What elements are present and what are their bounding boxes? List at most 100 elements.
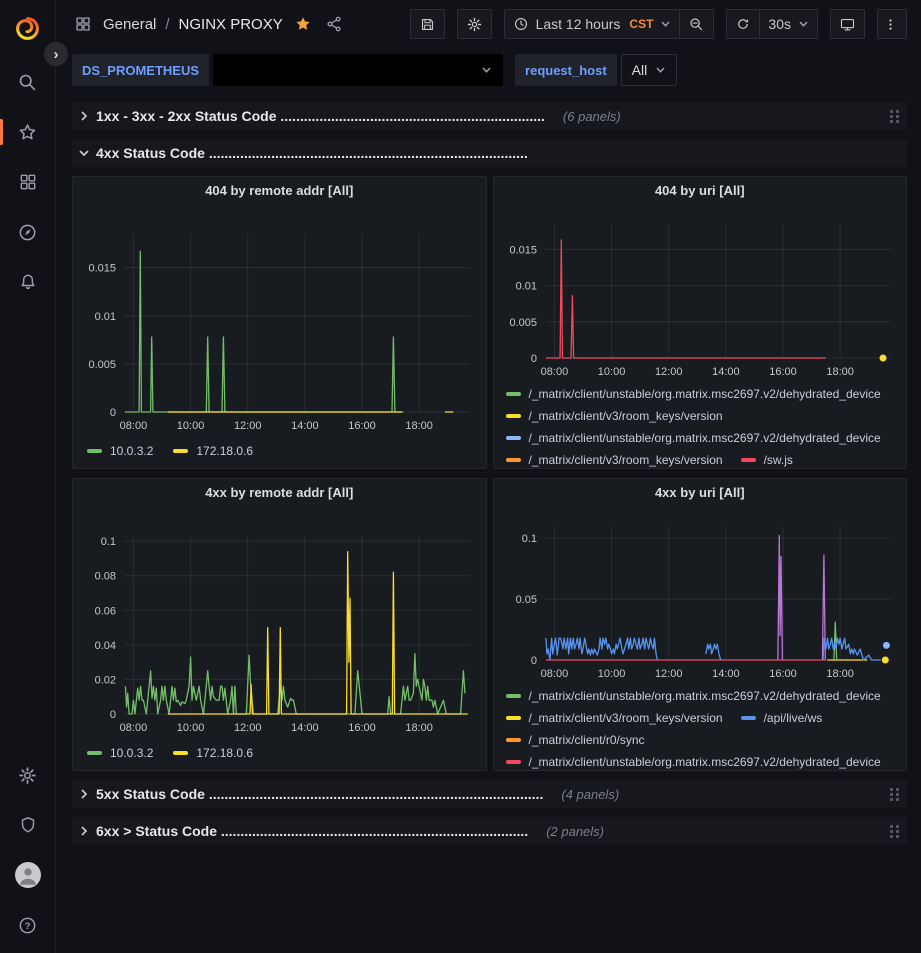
request-host-variable-value[interactable]: All [621, 54, 678, 86]
legend-label: 10.0.3.2 [110, 440, 153, 462]
svg-text:10:00: 10:00 [177, 722, 205, 734]
gear-icon [466, 16, 483, 33]
panel-legend: /_matrix/client/unstable/org.matrix.msc2… [494, 382, 907, 468]
zoom-out-icon [688, 16, 705, 33]
svg-text:14:00: 14:00 [712, 366, 740, 378]
legend-item[interactable]: 10.0.3.2 [87, 742, 153, 764]
chevron-down-icon [655, 66, 666, 74]
svg-text:08:00: 08:00 [120, 420, 148, 432]
sidebar: › ? [0, 0, 56, 953]
favorite-star-button[interactable] [292, 15, 314, 33]
legend-item[interactable]: /_matrix/client/unstable/org.matrix.msc2… [506, 685, 881, 707]
share-button[interactable] [323, 15, 345, 33]
panel-title[interactable]: 4xx by remote addr [All] [73, 479, 486, 506]
legend-item[interactable]: /api/live/ws [741, 707, 823, 729]
sidebar-item-alerting[interactable] [0, 260, 56, 304]
more-options-button[interactable] [877, 9, 907, 39]
user-avatar [15, 862, 41, 888]
shield-icon [18, 815, 38, 835]
panel-title[interactable]: 4xx by uri [All] [494, 479, 907, 506]
tv-mode-button[interactable] [830, 9, 865, 39]
svg-text:12:00: 12:00 [654, 366, 682, 378]
svg-text:0.06: 0.06 [95, 605, 116, 617]
svg-text:10:00: 10:00 [597, 366, 625, 378]
sidebar-item-explore[interactable] [0, 210, 56, 254]
row-header-4xx[interactable]: 4xx Status Code ........................… [72, 139, 907, 167]
svg-text:14:00: 14:00 [291, 420, 319, 432]
svg-text:0.015: 0.015 [88, 263, 116, 275]
dashboard-settings-button[interactable] [457, 9, 492, 39]
save-dashboard-button[interactable] [410, 9, 445, 39]
legend-item[interactable]: /_matrix/client/unstable/org.matrix.msc2… [506, 751, 881, 770]
zoom-out-time-button[interactable] [680, 9, 714, 39]
svg-text:0.005: 0.005 [509, 317, 537, 329]
legend-swatch [506, 414, 521, 418]
sidebar-item-help[interactable]: ? [0, 903, 56, 947]
panel-4xx-by-remote-addr: 4xx by remote addr [All] 08:0010:0012:00… [72, 478, 487, 771]
sidebar-item-configuration[interactable] [0, 753, 56, 797]
svg-text:0: 0 [110, 407, 116, 419]
legend-item[interactable]: 172.18.0.6 [173, 440, 253, 462]
svg-text:0: 0 [530, 655, 536, 667]
svg-text:0.01: 0.01 [515, 281, 536, 293]
legend-item[interactable]: /_matrix/client/v3/room_keys/version [506, 707, 723, 729]
svg-text:16:00: 16:00 [348, 420, 376, 432]
sidebar-item-search[interactable] [0, 60, 56, 104]
row-header-5xx[interactable]: 5xx Status Code ........................… [72, 780, 907, 808]
star-filled-icon [294, 15, 312, 33]
panel-legend: 10.0.3.2 172.18.0.6 [73, 438, 486, 468]
svg-text:08:00: 08:00 [540, 366, 568, 378]
legend-item[interactable]: /_matrix/client/unstable/org.matrix.msc2… [506, 383, 881, 405]
refresh-button[interactable] [726, 9, 760, 39]
legend-swatch [173, 751, 188, 755]
timeseries-chart[interactable]: 08:0010:0012:0014:0016:0018:0000.020.040… [73, 506, 486, 738]
legend-item[interactable]: /sw.js [741, 449, 793, 468]
refresh-interval-picker[interactable]: 30s [760, 9, 818, 39]
time-range-picker[interactable]: Last 12 hours CST [504, 9, 681, 39]
svg-text:0.02: 0.02 [95, 674, 116, 686]
variables-row: DS_PROMETHEUS request_host All [56, 48, 921, 94]
legend-label: /_matrix/client/unstable/org.matrix.msc2… [529, 751, 881, 770]
sidebar-expand-button[interactable]: › [44, 42, 68, 66]
legend-swatch [506, 738, 521, 742]
svg-text:10:00: 10:00 [597, 668, 625, 680]
timeseries-chart[interactable]: 08:0010:0012:0014:0016:0018:0000.0050.01… [73, 204, 486, 436]
row-header-6xx[interactable]: 6xx > Status Code ......................… [72, 817, 907, 845]
apps-grid-icon[interactable] [72, 15, 94, 33]
svg-text:18:00: 18:00 [405, 722, 433, 734]
svg-text:12:00: 12:00 [654, 668, 682, 680]
legend-swatch [506, 716, 521, 720]
datasource-variable-value[interactable] [213, 54, 503, 86]
sidebar-item-server-admin[interactable] [0, 803, 56, 847]
row-panel-count: (6 panels) [563, 109, 621, 124]
save-icon [419, 16, 436, 33]
breadcrumb: General / NGINX PROXY [72, 15, 345, 33]
clock-icon [513, 16, 529, 32]
timeseries-chart[interactable]: 08:0010:0012:0014:0016:0018:0000.050.1 [494, 506, 907, 684]
search-icon [17, 72, 38, 93]
svg-text:16:00: 16:00 [769, 668, 797, 680]
breadcrumb-folder[interactable]: General [103, 16, 156, 33]
dashboard-title[interactable]: NGINX PROXY [179, 16, 283, 33]
row-title: 1xx - 3xx - 2xx Status Code [96, 108, 277, 124]
panel-4xx-by-uri: 4xx by uri [All] 08:0010:0012:0014:0016:… [493, 478, 908, 771]
legend-swatch [87, 449, 102, 453]
legend-item[interactable]: /_matrix/client/v3/room_keys/version [506, 449, 723, 468]
sidebar-item-dashboards[interactable] [0, 160, 56, 204]
sidebar-item-profile[interactable] [0, 853, 56, 897]
drag-handle-icon[interactable] [890, 788, 899, 801]
sidebar-item-starred[interactable] [0, 110, 56, 154]
panel-title[interactable]: 404 by uri [All] [494, 177, 907, 204]
legend-item[interactable]: /_matrix/client/r0/sync [506, 729, 645, 751]
row-header-1xx-3xx-2xx[interactable]: 1xx - 3xx - 2xx Status Code ............… [72, 102, 907, 130]
legend-item[interactable]: /_matrix/client/v3/room_keys/version [506, 405, 723, 427]
legend-item[interactable]: /_matrix/client/unstable/org.matrix.msc2… [506, 427, 881, 449]
panel-title[interactable]: 404 by remote addr [All] [73, 177, 486, 204]
drag-handle-icon[interactable] [890, 825, 899, 838]
legend-item[interactable]: 10.0.3.2 [87, 440, 153, 462]
legend-item[interactable]: 172.18.0.6 [173, 742, 253, 764]
svg-text:16:00: 16:00 [348, 722, 376, 734]
drag-handle-icon[interactable] [890, 110, 899, 123]
timeseries-chart[interactable]: 08:0010:0012:0014:0016:0018:0000.0050.01… [494, 204, 907, 382]
svg-text:0.1: 0.1 [521, 533, 536, 545]
